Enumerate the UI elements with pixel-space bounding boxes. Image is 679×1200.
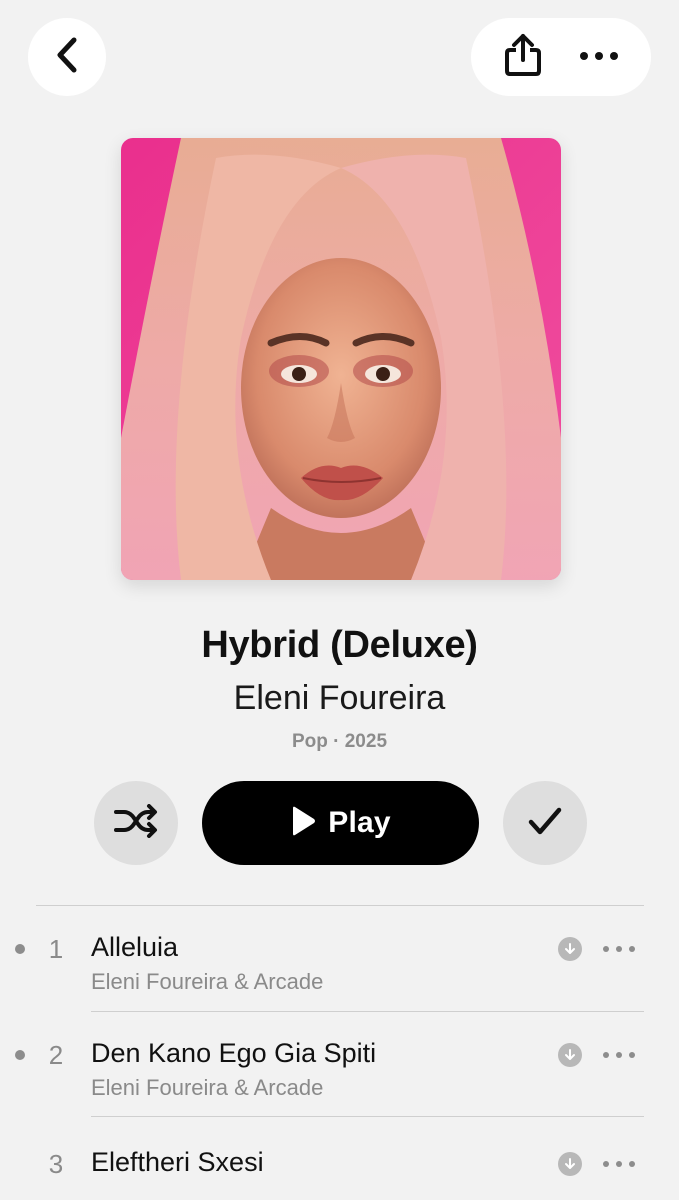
- ellipsis-icon: [579, 48, 619, 66]
- track-row[interactable]: 3 Eleftheri Sxesi: [0, 1117, 679, 1200]
- track-number: 2: [48, 1040, 64, 1070]
- artist-name[interactable]: Eleni Foureira: [0, 679, 679, 718]
- artwork-image: [121, 138, 561, 580]
- in-library-button[interactable]: [503, 781, 587, 865]
- track-number: 1: [48, 934, 64, 964]
- download-icon[interactable]: [558, 937, 582, 961]
- track-artist: Eleni Foureira & Arcade: [91, 1075, 324, 1100]
- genre-year: Pop · 2025: [291, 731, 388, 752]
- play-label: Play: [328, 806, 391, 839]
- new-track-dot: [15, 944, 25, 954]
- header-actions: [471, 18, 651, 96]
- checkmark-icon: [528, 806, 562, 841]
- more-options-button[interactable]: [569, 27, 629, 87]
- track-row[interactable]: 1 Alleluia Eleni Foureira & Arcade: [0, 906, 679, 1010]
- chevron-left-icon: [52, 36, 82, 79]
- track-more-icon[interactable]: [603, 1049, 635, 1061]
- share-button[interactable]: [493, 27, 553, 87]
- shuffle-button[interactable]: [94, 781, 178, 865]
- track-row[interactable]: 2 Den Kano Ego Gia Spiti Eleni Foureira …: [0, 1012, 679, 1116]
- play-icon: [290, 806, 316, 841]
- new-track-dot: [15, 1050, 25, 1060]
- album-page: Hybrid (Deluxe) Eleni Foureira Pop · 202…: [0, 0, 679, 1200]
- track-title: Alleluia: [91, 932, 179, 962]
- album-artwork[interactable]: [121, 138, 561, 580]
- track-number: 3: [48, 1149, 64, 1179]
- share-icon: [503, 32, 543, 83]
- track-more-icon[interactable]: [603, 1158, 635, 1170]
- download-icon[interactable]: [558, 1152, 582, 1176]
- track-title: Den Kano Ego Gia Spiti: [91, 1038, 377, 1068]
- album-title: Hybrid (Deluxe): [201, 624, 478, 666]
- back-button[interactable]: [28, 18, 106, 96]
- download-icon[interactable]: [558, 1043, 582, 1067]
- track-title: Eleftheri Sxesi: [91, 1147, 264, 1177]
- track-artist: Eleni Foureira & Arcade: [91, 969, 324, 994]
- shuffle-icon: [114, 803, 158, 843]
- play-button[interactable]: Play: [202, 781, 479, 865]
- track-more-icon[interactable]: [603, 943, 635, 955]
